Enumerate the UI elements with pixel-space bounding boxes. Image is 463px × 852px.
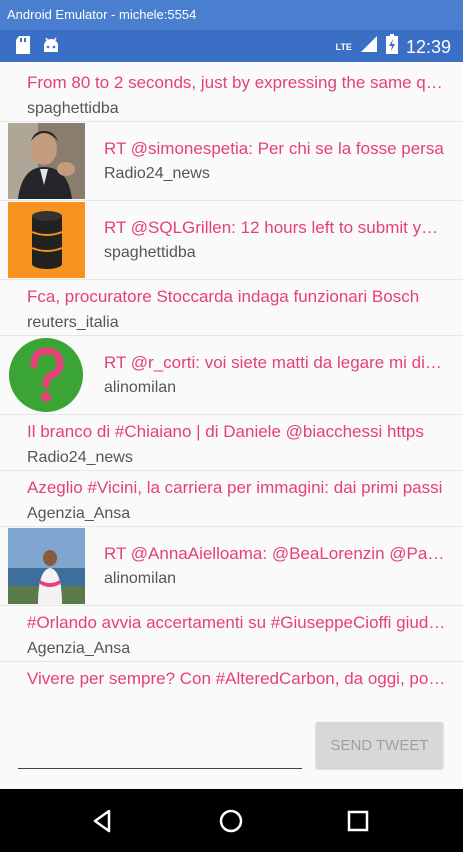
window-title-bar: Android Emulator - michele:5554 [0, 0, 463, 30]
tweet-item[interactable]: Fca, procuratore Stoccarda indaga funzio… [0, 280, 463, 336]
tweet-username: alinomilan [104, 570, 177, 587]
tweet-text: RT @simonespetia: Per chi se la fosse pe… [104, 139, 444, 158]
tweet-text: Vivere per sempre? Con #AlteredCarbon, d… [27, 669, 447, 688]
database-icon [8, 202, 85, 278]
send-tweet-button[interactable]: SEND TWEET [316, 722, 443, 768]
home-icon[interactable] [215, 805, 247, 837]
tweet-item[interactable]: RT @r_corti: voi siete matti da legare m… [0, 336, 463, 415]
back-icon[interactable] [87, 805, 119, 837]
person-photo [8, 123, 85, 199]
tweet-text: Azeglio #Vicini, la carriera per immagin… [27, 478, 443, 497]
tweet-username: spaghettidba [27, 100, 119, 117]
tweet-item[interactable]: Azeglio #Vicini, la carriera per immagin… [0, 471, 463, 527]
tweet-username: Radio24_news [104, 165, 210, 182]
person-seaside-photo [8, 528, 85, 604]
tweet-username: reuters_italia [27, 314, 119, 331]
tweet-item[interactable]: RT @AnnaAielloama: @BeaLorenzin @Paolo a… [0, 527, 463, 606]
tweet-text: From 80 to 2 seconds, just by expressing… [27, 73, 447, 92]
tweet-item[interactable]: RT @simonespetia: Per chi se la fosse pe… [0, 122, 463, 201]
tweet-username: Agenzia_Ansa [27, 640, 131, 657]
tweet-item[interactable]: #Orlando avvia accertamenti su #Giuseppe… [0, 606, 463, 662]
tweet-username: Radio24_news [27, 449, 133, 466]
clock: 12:39 [405, 36, 451, 57]
window-title: Android Emulator - michele:5554 [7, 7, 197, 22]
tweet-username: alinomilan [104, 379, 177, 396]
battery-icon [385, 34, 398, 59]
signal-icon [360, 35, 378, 58]
recents-icon[interactable] [342, 805, 374, 837]
tweet-item[interactable]: RT @SQLGrillen: 12 hours left to submit … [0, 201, 463, 280]
tweet-text: #Orlando avvia accertamenti su #Giuseppe… [27, 613, 447, 632]
tweet-list[interactable]: From 80 to 2 seconds, just by expressing… [0, 66, 463, 700]
navigation-bar [0, 789, 463, 852]
android-icon [42, 36, 60, 59]
question-mark-icon [8, 337, 85, 413]
tweet-text: RT @SQLGrillen: 12 hours left to submit … [104, 218, 447, 237]
tweet-username: Agenzia_Ansa [27, 505, 131, 522]
status-bar: LTE 12:39 [0, 30, 463, 62]
sd-card-icon [16, 36, 30, 59]
network-type-label: LTE [335, 41, 352, 52]
tweet-text: Il branco di #Chiaiano | di Daniele @bia… [27, 422, 424, 441]
tweet-composer: SEND TWEET [0, 718, 463, 788]
tweet-username: spaghettidba [104, 244, 196, 261]
tweet-input[interactable] [18, 744, 302, 769]
tweet-item[interactable]: From 80 to 2 seconds, just by expressing… [0, 66, 463, 122]
tweet-item[interactable]: Il branco di #Chiaiano | di Daniele @bia… [0, 415, 463, 471]
tweet-text: Fca, procuratore Stoccarda indaga funzio… [27, 287, 420, 306]
tweet-text: RT @r_corti: voi siete matti da legare m… [104, 353, 447, 372]
tweet-text: RT @AnnaAielloama: @BeaLorenzin @Paolo [104, 544, 447, 563]
tweet-item[interactable]: Vivere per sempre? Con #AlteredCarbon, d… [0, 662, 463, 700]
